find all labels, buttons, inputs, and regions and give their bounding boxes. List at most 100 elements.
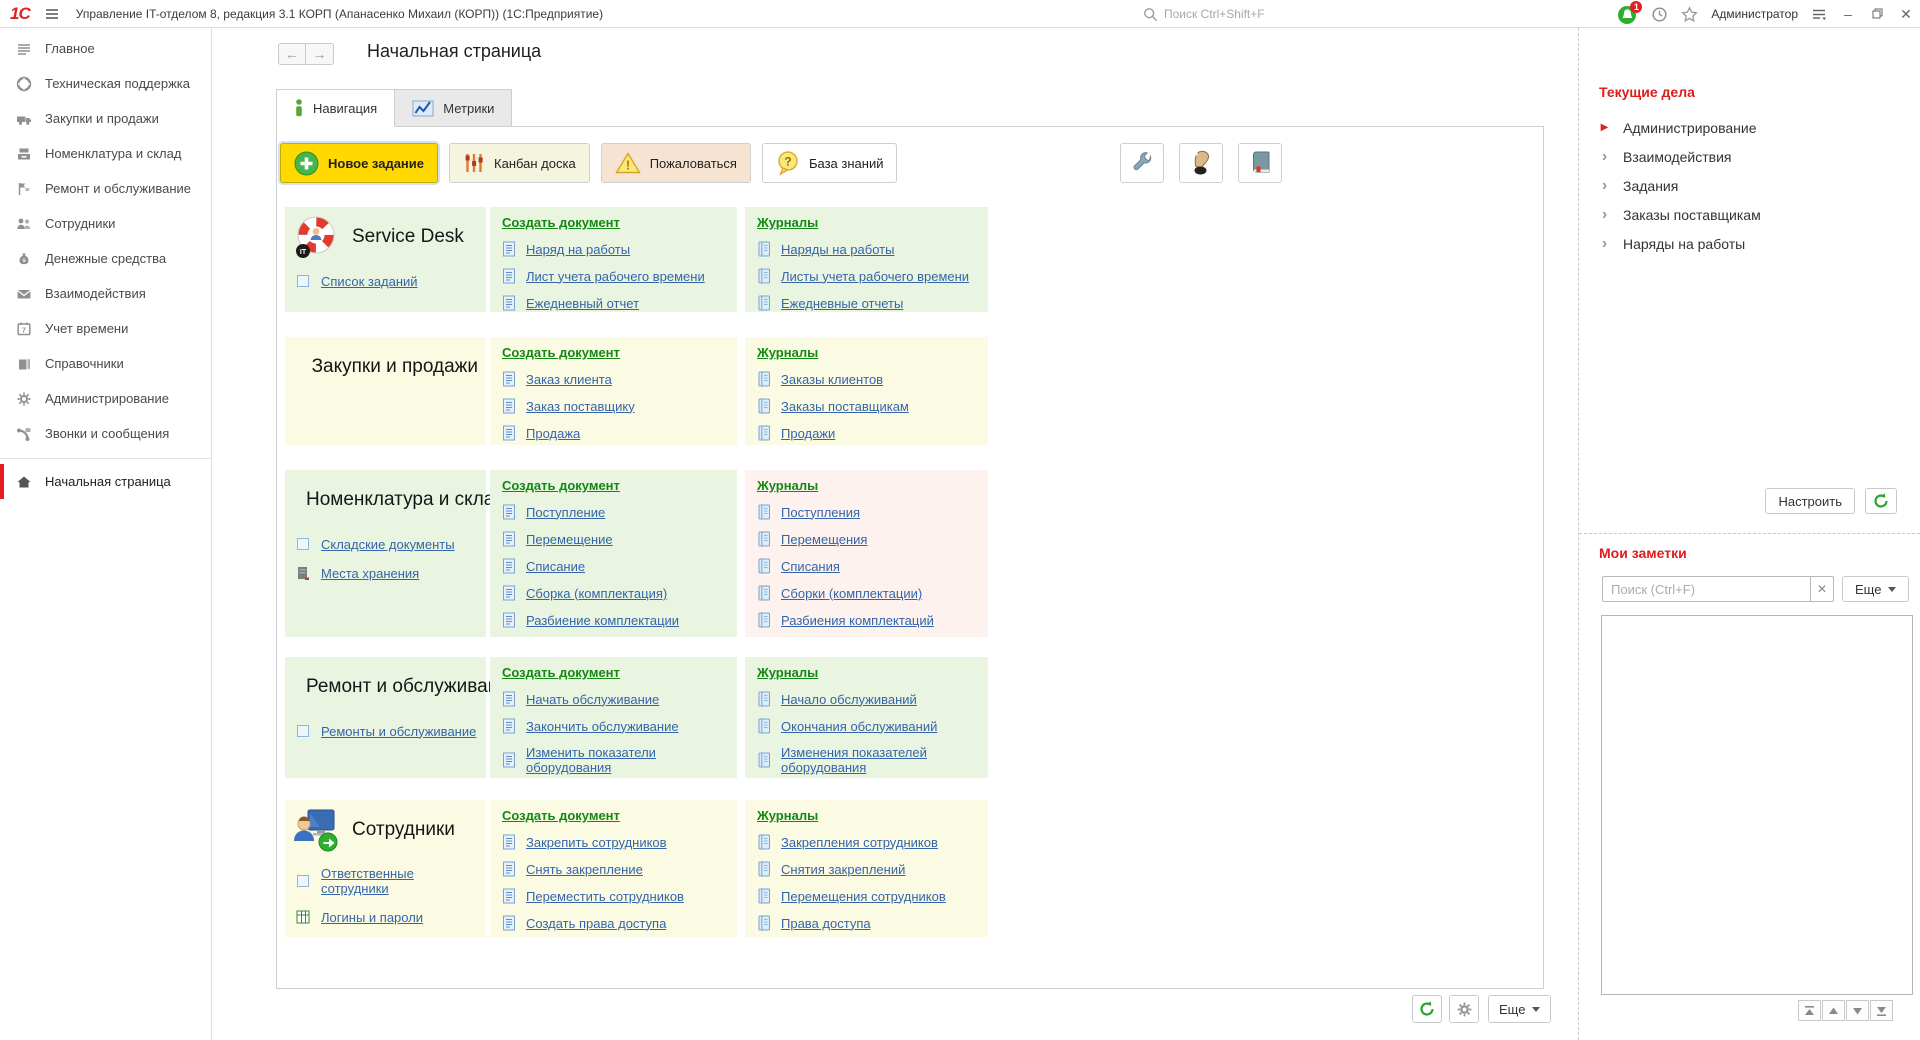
journals-header[interactable]: Журналы [757, 478, 818, 493]
tab-navigation[interactable]: Навигация [276, 89, 395, 127]
sidebar-item-home[interactable]: Начальная страница [0, 464, 211, 499]
refresh-button[interactable] [1412, 995, 1442, 1023]
back-button[interactable]: ← [278, 43, 306, 65]
journals-header[interactable]: Журналы [757, 808, 818, 823]
sidebar-item-catalogs[interactable]: Справочники [0, 346, 211, 381]
create-link[interactable]: Изменить показатели оборудования [502, 745, 737, 775]
restore-button[interactable] [1869, 6, 1885, 22]
knowledge-base-button[interactable]: ? База знаний [762, 143, 898, 183]
sidebar-item-employees[interactable]: Сотрудники [0, 206, 211, 241]
history-icon[interactable] [1651, 6, 1668, 23]
create-link[interactable]: Наряд на работы [502, 241, 737, 257]
global-search-input[interactable]: Поиск Ctrl+Shift+F [1143, 0, 1383, 28]
create-link[interactable]: Списание [502, 558, 737, 574]
minimize-button[interactable]: – [1840, 6, 1856, 22]
new-task-button[interactable]: Новое задание [280, 143, 438, 183]
todo-item-interactions[interactable]: ›Взаимодействия [1599, 142, 1761, 171]
barcode-scanner-button[interactable] [1179, 143, 1223, 183]
create-link[interactable]: Заказ клиента [502, 371, 737, 387]
journal-link[interactable]: Заказы поставщикам [757, 398, 988, 414]
journal-link[interactable]: Разбиения комплектаций [757, 612, 988, 628]
create-link[interactable]: Ежедневный отчет [502, 295, 737, 311]
settings-gear-button[interactable] [1449, 995, 1479, 1023]
configure-button[interactable]: Настроить [1765, 488, 1855, 514]
forward-button[interactable]: → [306, 43, 334, 65]
journal-link[interactable]: Окончания обслуживаний [757, 718, 988, 734]
journal-link[interactable]: Ежедневные отчеты [757, 295, 988, 311]
create-link[interactable]: Разбиение комплектации [502, 612, 737, 628]
journal-link[interactable]: Перемещения сотрудников [757, 888, 988, 904]
scroll-to-bottom-button[interactable] [1870, 1000, 1893, 1021]
journal-link[interactable]: Поступления [757, 504, 988, 520]
journal-link[interactable]: Листы учета рабочего времени [757, 268, 988, 284]
todo-item-tasks[interactable]: ›Задания [1599, 171, 1761, 200]
quick-link[interactable]: Список заданий [295, 273, 478, 289]
create-link[interactable]: Поступление [502, 504, 737, 520]
create-link[interactable]: Закончить обслуживание [502, 718, 737, 734]
create-document-header[interactable]: Создать документ [502, 215, 620, 230]
create-link[interactable]: Перемещение [502, 531, 737, 547]
more-button[interactable]: Еще [1488, 995, 1551, 1023]
create-link[interactable]: Начать обслуживание [502, 691, 737, 707]
journals-header[interactable]: Журналы [757, 665, 818, 680]
quick-link[interactable]: Ремонты и обслуживание [295, 723, 478, 739]
journal-link[interactable]: Перемещения [757, 531, 988, 547]
create-link[interactable]: Продажа [502, 425, 737, 441]
journal-link[interactable]: Наряды на работы [757, 241, 988, 257]
sidebar-item-repair[interactable]: Ремонт и обслуживание [0, 171, 211, 206]
sidebar-item-interactions[interactable]: Взаимодействия [0, 276, 211, 311]
journal-link[interactable]: Списания [757, 558, 988, 574]
create-link[interactable]: Сборка (комплектация) [502, 585, 737, 601]
journal-link[interactable]: Снятия закреплений [757, 861, 988, 877]
notes-search-input[interactable]: Поиск (Ctrl+F) [1602, 576, 1810, 602]
create-link[interactable]: Закрепить сотрудников [502, 834, 737, 850]
service-menu-icon[interactable] [1811, 7, 1827, 22]
sidebar-item-main[interactable]: Главное [0, 31, 211, 66]
todo-item-administration[interactable]: ▶Администрирование [1599, 113, 1761, 142]
clear-search-button[interactable]: ✕ [1810, 576, 1834, 602]
favorites-star-icon[interactable] [1681, 6, 1698, 23]
journal-link[interactable]: Заказы клиентов [757, 371, 988, 387]
quick-link[interactable]: Логины и пароли [295, 909, 478, 925]
kanban-board-button[interactable]: Канбан доска [449, 143, 590, 183]
scroll-to-top-button[interactable] [1798, 1000, 1821, 1021]
settings-wrench-button[interactable] [1120, 143, 1164, 183]
sidebar-item-purchases[interactable]: Закупки и продажи [0, 101, 211, 136]
sidebar-item-calls[interactable]: Звонки и сообщения [0, 416, 211, 451]
journal-link[interactable]: Начало обслуживаний [757, 691, 988, 707]
quick-link[interactable]: Ответственные сотрудники [295, 866, 478, 896]
journals-header[interactable]: Журналы [757, 215, 818, 230]
todo-item-work-orders[interactable]: ›Наряды на работы [1599, 229, 1761, 258]
create-document-header[interactable]: Создать документ [502, 345, 620, 360]
quick-link[interactable]: Места хранения [295, 565, 478, 581]
todo-refresh-button[interactable] [1865, 488, 1897, 514]
journals-header[interactable]: Журналы [757, 345, 818, 360]
todo-item-supplier-orders[interactable]: ›Заказы поставщикам [1599, 200, 1761, 229]
complain-button[interactable]: ! Пожаловаться [601, 143, 751, 183]
main-menu-icon[interactable] [44, 7, 60, 21]
create-link[interactable]: Снять закрепление [502, 861, 737, 877]
scroll-down-button[interactable] [1846, 1000, 1869, 1021]
sidebar-item-time-tracking[interactable]: 7 Учет времени [0, 311, 211, 346]
create-document-header[interactable]: Создать документ [502, 665, 620, 680]
create-document-header[interactable]: Создать документ [502, 808, 620, 823]
create-link[interactable]: Лист учета рабочего времени [502, 268, 737, 284]
notes-more-button[interactable]: Еще [1842, 576, 1909, 602]
create-link[interactable]: Переместить сотрудников [502, 888, 737, 904]
journal-link[interactable]: Продажи [757, 425, 988, 441]
quick-link[interactable]: Складские документы [295, 536, 478, 552]
journal-link[interactable]: Изменения показателей оборудования [757, 745, 988, 775]
create-link[interactable]: Заказ поставщику [502, 398, 737, 414]
close-button[interactable]: ✕ [1898, 6, 1914, 23]
sidebar-item-money[interactable]: s Денежные средства [0, 241, 211, 276]
create-link[interactable]: Создать права доступа [502, 915, 737, 931]
create-document-header[interactable]: Создать документ [502, 478, 620, 493]
sidebar-item-tech-support[interactable]: Техническая поддержка [0, 66, 211, 101]
sidebar-item-warehouse[interactable]: Номенклатура и склад [0, 136, 211, 171]
journal-link[interactable]: Закрепления сотрудников [757, 834, 988, 850]
notes-list-area[interactable] [1601, 615, 1913, 995]
user-name[interactable]: Администратор [1711, 7, 1798, 21]
journal-link[interactable]: Права доступа [757, 915, 988, 931]
sidebar-item-administration[interactable]: Администрирование [0, 381, 211, 416]
scroll-up-button[interactable] [1822, 1000, 1845, 1021]
